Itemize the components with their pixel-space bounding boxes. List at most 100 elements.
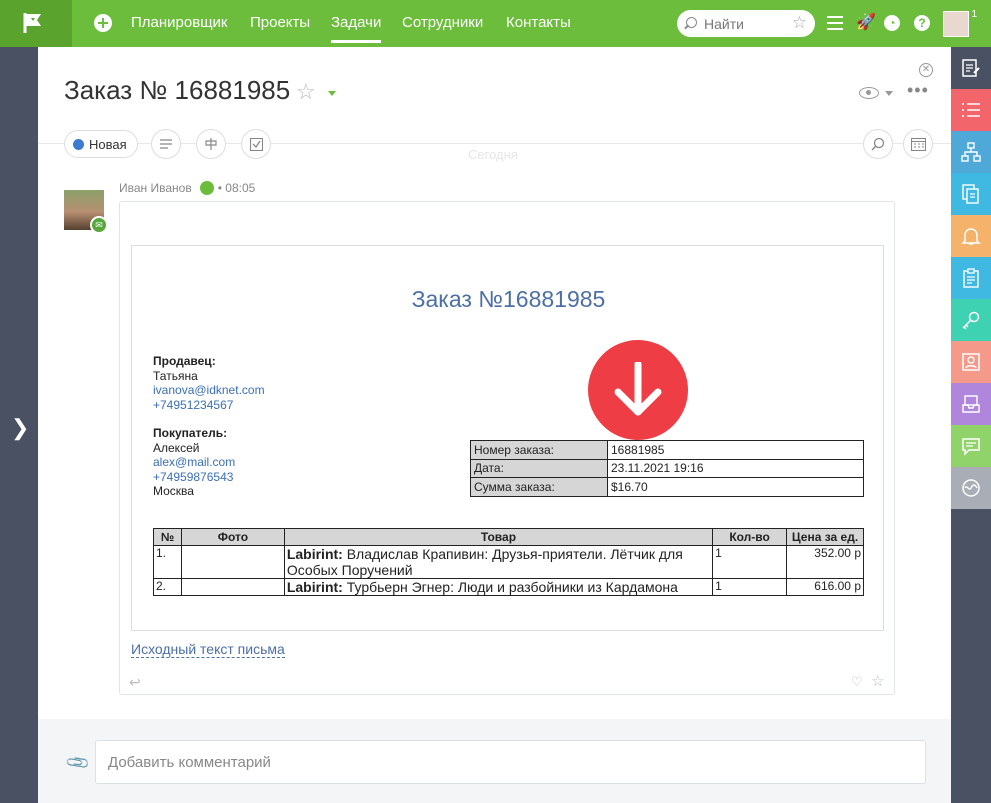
favorite-star-icon[interactable]: ☆ <box>296 79 316 105</box>
email-title: Заказ №16881985 <box>411 286 606 312</box>
timeline-date-label: Сегодня <box>468 147 518 162</box>
left-collapsed-panel: ❯ <box>0 47 38 803</box>
menu-icon[interactable] <box>827 16 843 30</box>
table-row: 1. Labirint: Владислав Крапивин: Друзья-… <box>153 545 864 579</box>
email-body: Заказ №16881985 Продавец: Татьяна ivanov… <box>131 245 884 631</box>
comment-area: 📎 <box>38 719 951 803</box>
right-toolbar <box>951 47 991 803</box>
order-date-key: Дата: <box>470 458 608 478</box>
task-title: Заказ № 16881985 <box>64 75 291 105</box>
search-placeholder: Найти <box>704 16 744 32</box>
rail-inbox-button[interactable] <box>951 383 991 425</box>
subtask-button[interactable] <box>196 129 226 159</box>
lock-icon <box>199 181 214 195</box>
nav-employees[interactable]: Сотрудники <box>402 14 483 31</box>
nav-tasks[interactable]: Задачи <box>331 14 382 43</box>
reply-icon[interactable]: ↩ <box>129 674 141 691</box>
buyer-phone-link[interactable]: +74959876543 <box>153 470 265 485</box>
search-box[interactable]: Найти ☆ <box>677 10 815 37</box>
more-options-icon[interactable]: ••• <box>907 80 929 101</box>
order-date-value: 23.11.2021 19:16 <box>607 458 864 478</box>
rail-edit-button[interactable] <box>951 47 991 89</box>
col-product-header: Товар <box>283 528 714 546</box>
status-label: Новая <box>89 136 127 152</box>
key-icon <box>962 311 980 330</box>
rail-key-button[interactable] <box>951 299 991 341</box>
app-logo[interactable] <box>0 0 72 47</box>
checklist-button[interactable] <box>241 129 271 159</box>
rail-chat-button[interactable] <box>951 425 991 467</box>
items-table: № Фото Товар Кол-во Цена за ед. 1. Labir… <box>153 528 864 596</box>
table-row: Сумма заказа: $16.70 <box>470 477 864 497</box>
rail-list-button[interactable] <box>951 89 991 131</box>
rail-activity-button[interactable] <box>951 467 991 509</box>
item-name: Владислав Крапивин: Друзья-приятели. Лёт… <box>286 546 683 578</box>
comment-input[interactable] <box>95 740 926 784</box>
hierarchy-icon <box>961 142 981 162</box>
seller-phone-link[interactable]: +74951234567 <box>153 398 265 413</box>
order-number-key: Номер заказа: <box>470 440 608 460</box>
download-button[interactable] <box>588 340 688 440</box>
item-publisher: Labirint: <box>286 579 343 595</box>
nav-projects[interactable]: Проекты <box>250 14 310 31</box>
calendar-button[interactable] <box>903 129 933 159</box>
source-text-link[interactable]: Исходный текст письма <box>131 641 285 658</box>
rocket-icon[interactable]: 🚀 <box>856 13 876 33</box>
message-meta: Иван Иванов • 08:05 <box>119 181 256 195</box>
expand-chevron-icon[interactable]: ❯ <box>11 415 29 441</box>
buyer-label: Покупатель: <box>153 426 228 440</box>
watch-dropdown-caret-icon[interactable] <box>885 91 893 96</box>
order-sum-key: Сумма заказа: <box>470 477 608 497</box>
task-panel: Заказ № 16881985 ☆ ✕ ••• Сегодня Новая ✉… <box>38 47 951 719</box>
status-dot-icon <box>73 138 84 150</box>
search-history-button[interactable] <box>863 129 893 159</box>
seller-name: Татьяна <box>153 368 198 383</box>
item-price: 352.00 р <box>786 545 864 579</box>
item-qty: 1 <box>712 545 788 579</box>
favorite-message-star-icon[interactable]: ☆ <box>871 672 884 690</box>
favorites-star-icon[interactable]: ☆ <box>792 13 807 33</box>
item-number: 2. <box>153 578 182 596</box>
item-publisher: Labirint: <box>286 546 343 562</box>
seller-label: Продавец: <box>153 354 216 368</box>
order-parties: Продавец: Татьяна ivanova@idknet.com +74… <box>153 354 265 499</box>
rail-clipboard-button[interactable] <box>951 257 991 299</box>
rail-documents-button[interactable] <box>951 173 991 215</box>
watch-eye-icon[interactable] <box>859 87 879 99</box>
message-card: Заказ №16881985 Продавец: Татьяна ivanov… <box>119 201 895 695</box>
item-price: 616.00 р <box>786 578 864 596</box>
search-icon <box>686 17 697 28</box>
close-icon[interactable]: ✕ <box>919 63 933 77</box>
status-button[interactable]: Новая <box>64 130 138 158</box>
author-avatar[interactable]: ✉ <box>64 190 108 234</box>
help-icon[interactable]: ? <box>914 15 930 31</box>
attach-paperclip-icon[interactable]: 📎 <box>64 749 92 777</box>
rail-hierarchy-button[interactable] <box>951 131 991 173</box>
item-name: Турбьерн Эгнер: Люди и разбойники из Кар… <box>346 579 678 595</box>
timer-icon[interactable]: ◔ <box>884 15 900 31</box>
nav-contacts[interactable]: Контакты <box>506 14 571 31</box>
title-dropdown-caret-icon[interactable] <box>328 91 336 96</box>
add-new-button[interactable] <box>94 14 112 32</box>
list-icon <box>962 103 980 117</box>
item-qty: 1 <box>712 578 788 596</box>
user-avatar[interactable]: 1 <box>943 9 977 37</box>
buyer-email-link[interactable]: alex@mail.com <box>153 455 265 470</box>
calendar-icon <box>910 137 926 151</box>
download-arrow-icon <box>614 362 662 416</box>
description-button[interactable] <box>151 129 181 159</box>
table-row: Номер заказа: 16881985 <box>470 440 864 460</box>
seller-email-link[interactable]: ivanova@idknet.com <box>153 383 265 398</box>
order-info-table: Номер заказа: 16881985 Дата: 23.11.2021 … <box>470 440 864 497</box>
rail-contacts-button[interactable] <box>951 341 991 383</box>
order-number-value: 16881985 <box>607 440 864 460</box>
like-heart-icon[interactable]: ♡ <box>851 674 863 690</box>
col-price-header: Цена за ед. <box>786 528 864 546</box>
flag-logo-icon <box>23 13 41 33</box>
item-photo <box>180 545 285 579</box>
nav-planner[interactable]: Планировщик <box>131 14 227 31</box>
rail-bell-button[interactable] <box>951 215 991 257</box>
item-photo <box>180 578 285 596</box>
order-sum-value: $16.70 <box>607 477 864 497</box>
message-author[interactable]: Иван Иванов <box>119 181 192 195</box>
